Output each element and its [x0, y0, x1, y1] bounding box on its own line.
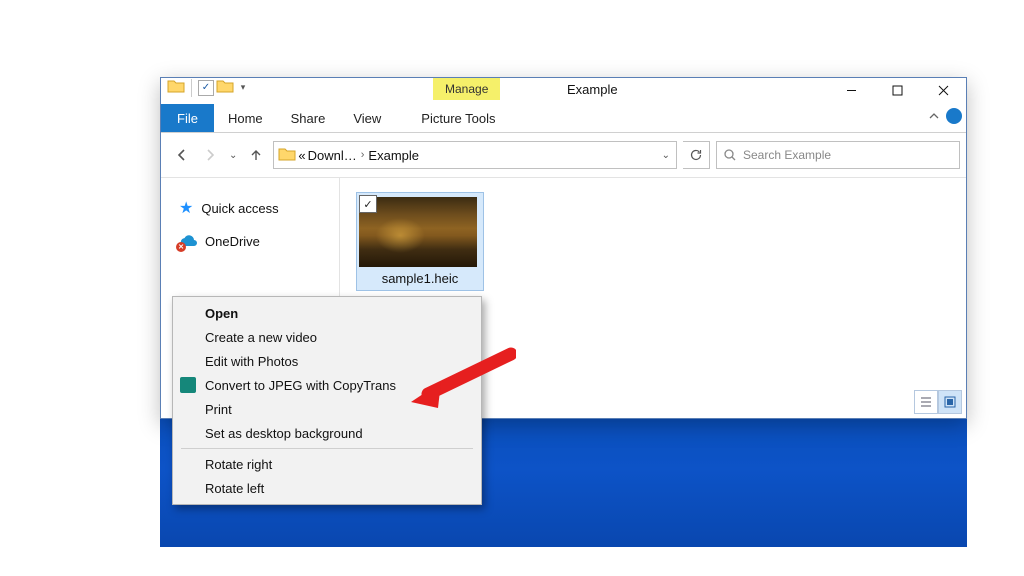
folder-icon [216, 78, 234, 97]
breadcrumb-segment-1[interactable]: Downl… [308, 148, 357, 163]
quick-access-star-icon: ★ [179, 198, 193, 218]
folder-icon [278, 146, 296, 165]
file-item-label: sample1.heic [359, 267, 481, 288]
search-placeholder: Search Example [743, 148, 831, 162]
address-bar[interactable]: « Downl… › Example ⌄ [273, 141, 677, 169]
file-item-checkbox[interactable]: ✓ [359, 195, 377, 213]
context-menu-item-rotate-right[interactable]: Rotate right [173, 452, 481, 476]
navigation-row: ⌄ « Downl… › Example ⌄ [161, 133, 966, 178]
context-menu-item-rotate-left[interactable]: Rotate left [173, 476, 481, 500]
context-menu-item-create-video[interactable]: Create a new video [173, 325, 481, 349]
context-menu-separator [181, 448, 473, 449]
context-menu-item-open[interactable]: Open [173, 301, 481, 325]
sidebar-item-onedrive[interactable]: ✕ OneDrive [179, 234, 339, 249]
view-large-icons-button[interactable] [938, 390, 962, 414]
view-toggle-group [914, 390, 962, 414]
file-item-sample1[interactable]: ✓ sample1.heic [356, 192, 484, 291]
context-menu-item-label: Convert to JPEG with CopyTrans [205, 378, 396, 393]
ribbon-tab-file[interactable]: File [161, 104, 214, 132]
history-dropdown-icon[interactable]: ⌄ [227, 150, 239, 161]
onedrive-error-badge-icon: ✕ [176, 242, 186, 252]
window-title: Example [567, 82, 618, 97]
context-menu-item-print[interactable]: Print [173, 397, 481, 421]
up-button[interactable] [245, 144, 267, 166]
titlebar: ✓ ▾ Manage Example [161, 78, 966, 104]
onedrive-cloud-icon: ✕ [179, 235, 197, 249]
ribbon-tab-view[interactable]: View [339, 104, 395, 132]
ribbon-tab-picture-tools[interactable]: Picture Tools [407, 104, 509, 132]
breadcrumb-segment-2[interactable]: Example [368, 148, 419, 163]
ribbon-collapse-icon[interactable] [928, 110, 940, 125]
ribbon-tab-share[interactable]: Share [277, 104, 340, 132]
sidebar-item-label: OneDrive [205, 234, 260, 249]
chevron-right-icon[interactable]: › [359, 149, 367, 161]
forward-button[interactable] [199, 144, 221, 166]
folder-icon [167, 78, 185, 97]
qat-divider [191, 79, 192, 97]
context-menu-item-set-desktop-bg[interactable]: Set as desktop background [173, 421, 481, 445]
breadcrumb-prefix: « [298, 148, 305, 163]
ribbon-tab-home[interactable]: Home [214, 104, 277, 132]
ribbon-context-tab-manage[interactable]: Manage [433, 78, 500, 100]
close-button[interactable] [920, 78, 966, 102]
context-menu-item-edit-photos[interactable]: Edit with Photos [173, 349, 481, 373]
back-button[interactable] [171, 144, 193, 166]
ribbon-tabs: File Home Share View Picture Tools [161, 104, 966, 133]
sidebar-item-label: Quick access [201, 201, 278, 216]
view-details-button[interactable] [914, 390, 938, 414]
address-dropdown-icon[interactable]: ⌄ [662, 150, 672, 161]
context-menu: Open Create a new video Edit with Photos… [172, 296, 482, 505]
maximize-button[interactable] [874, 78, 920, 102]
search-icon [723, 148, 737, 162]
minimize-button[interactable] [828, 78, 874, 102]
help-icon[interactable] [946, 108, 962, 124]
sidebar-item-quick-access[interactable]: ★ Quick access [179, 198, 339, 218]
qat-properties-icon[interactable]: ✓ [198, 80, 214, 96]
refresh-button[interactable] [683, 141, 710, 169]
qat-overflow-icon[interactable]: ▾ [236, 80, 250, 96]
search-input[interactable]: Search Example [716, 141, 960, 169]
context-menu-item-convert-jpeg[interactable]: Convert to JPEG with CopyTrans [173, 373, 481, 397]
copytrans-icon [180, 377, 196, 393]
